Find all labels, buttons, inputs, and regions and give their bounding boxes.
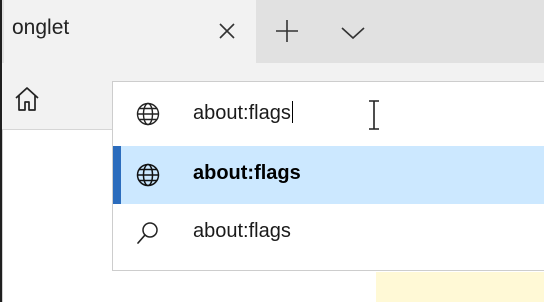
suggestion-item-search[interactable]: about:flags <box>113 204 544 262</box>
suggestion-label: about:flags <box>193 162 301 184</box>
close-icon[interactable] <box>212 16 242 46</box>
tab-bar: onglet <box>2 0 544 63</box>
chevron-down-icon[interactable] <box>336 20 370 44</box>
search-icon <box>137 222 158 244</box>
home-icon[interactable] <box>12 84 42 114</box>
active-tab[interactable]: onglet <box>4 0 256 63</box>
text-caret <box>291 101 293 123</box>
suggestion-item-url[interactable]: about:flags <box>113 146 544 204</box>
address-suggestion-dropdown: about:flags about:flags about:flags <box>112 81 544 271</box>
globe-icon <box>136 102 160 126</box>
page-content-panel <box>376 272 544 302</box>
i-beam-cursor-icon <box>369 100 379 130</box>
page-left-border <box>2 129 3 302</box>
address-input-text: about:flags <box>193 101 293 125</box>
address-value: about:flags <box>193 102 291 124</box>
suggestion-label: about:flags <box>193 220 291 242</box>
tab-title: onglet <box>12 16 70 39</box>
plus-icon[interactable] <box>272 16 302 46</box>
selection-accent-bar <box>113 146 121 204</box>
address-input[interactable]: about:flags <box>113 85 544 143</box>
globe-icon <box>136 163 160 187</box>
